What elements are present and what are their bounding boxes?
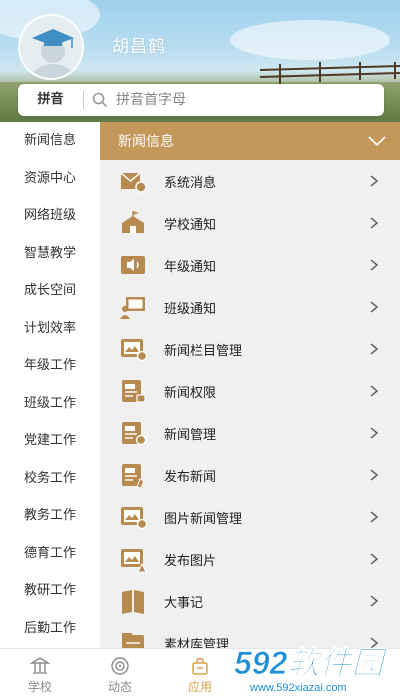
publish-news-icon <box>118 461 148 489</box>
system-message-icon <box>118 167 148 195</box>
grade-notice-icon <box>118 251 148 279</box>
chevron-right-icon <box>370 469 378 481</box>
sidebar-item-resources[interactable]: 资源中心 <box>0 160 100 198</box>
menu-item-label: 新闻管理 <box>164 427 217 443</box>
menu-item-label: 新闻栏目管理 <box>164 343 243 359</box>
menu-item-label: 班级通知 <box>164 301 217 317</box>
menu-item-label: 发布图片 <box>164 553 217 569</box>
sidebar-item-growth-space[interactable]: 成长空间 <box>0 272 100 310</box>
menu-item-chronicle[interactable]: 大事记 <box>100 580 400 622</box>
menu-item-publish-image[interactable]: 发布图片 <box>100 538 400 580</box>
menu-item-label: 系统消息 <box>164 175 217 191</box>
search-icon <box>92 92 108 108</box>
chevron-right-icon <box>370 427 378 439</box>
sidebar-item-academic-affairs[interactable]: 教务工作 <box>0 497 100 535</box>
sidebar-item-class-work[interactable]: 班级工作 <box>0 385 100 423</box>
menu-item-label: 年级通知 <box>164 259 217 275</box>
sidebar-item-online-class[interactable]: 网络班级 <box>0 197 100 235</box>
menu-item-image-news-management[interactable]: 图片新闻管理 <box>100 496 400 538</box>
chevron-right-icon <box>370 217 378 229</box>
search-mode-toggle[interactable]: 拼音 <box>18 91 84 109</box>
image-news-icon <box>118 503 148 531</box>
tab-school[interactable]: 学校 <box>0 649 80 700</box>
menu-item-label: 学校通知 <box>164 217 217 233</box>
news-permission-icon <box>118 377 148 405</box>
chevron-right-icon <box>370 343 378 355</box>
menu-item-label: 素材库管理 <box>164 637 230 649</box>
chevron-right-icon <box>370 385 378 397</box>
material-library-icon <box>118 629 148 648</box>
chevron-down-icon <box>368 136 386 146</box>
school-notice-icon <box>118 209 148 237</box>
tab-apps[interactable]: 应用 <box>160 649 240 700</box>
profile-header: 胡昌鹤 拼音 <box>0 0 400 122</box>
menu-item-news-management[interactable]: 新闻管理 <box>100 412 400 454</box>
chevron-right-icon <box>370 175 378 187</box>
search-bar: 拼音 <box>18 84 384 116</box>
menu-item-material-library[interactable]: 素材库管理 <box>100 622 400 648</box>
menu-item-label: 新闻权限 <box>164 385 217 401</box>
news-management-icon <box>118 419 148 447</box>
menu-item-system-message[interactable]: 系统消息 <box>100 160 400 202</box>
avatar[interactable] <box>18 14 84 80</box>
sidebar-item-party-work[interactable]: 党建工作 <box>0 422 100 460</box>
panel-title: 新闻信息 <box>118 134 174 150</box>
feed-icon <box>111 656 129 675</box>
class-notice-icon <box>118 293 148 321</box>
tab-feed[interactable]: 动态 <box>80 649 160 700</box>
menu-item-label: 图片新闻管理 <box>164 511 243 527</box>
sidebar-item-smart-teaching[interactable]: 智慧教学 <box>0 235 100 273</box>
sidebar-item-news[interactable]: 新闻信息 <box>0 122 100 160</box>
news-column-icon <box>118 335 148 363</box>
news-panel: 新闻信息 系统消息 学校通知 年级通知 班级通知 新闻栏目管理 新闻权限 新闻管… <box>100 122 400 648</box>
menu-item-label: 发布新闻 <box>164 469 217 485</box>
menu-item-class-notice[interactable]: 班级通知 <box>100 286 400 328</box>
chevron-right-icon <box>370 595 378 607</box>
fence-decoration <box>260 62 400 84</box>
header-cloud <box>230 20 390 60</box>
menu-item-news-column-management[interactable]: 新闻栏目管理 <box>100 328 400 370</box>
menu-item-school-notice[interactable]: 学校通知 <box>100 202 400 244</box>
chevron-right-icon <box>370 637 378 648</box>
username: 胡昌鹤 <box>112 37 166 57</box>
menu-item-grade-notice[interactable]: 年级通知 <box>100 244 400 286</box>
sidebar-item-school-affairs[interactable]: 校务工作 <box>0 460 100 498</box>
sidebar-item-teaching-research[interactable]: 教研工作 <box>0 572 100 610</box>
menu-item-news-permission[interactable]: 新闻权限 <box>100 370 400 412</box>
sidebar-item-grade-work[interactable]: 年级工作 <box>0 347 100 385</box>
apps-icon <box>192 657 208 675</box>
graduate-avatar-icon <box>20 16 82 78</box>
sidebar-item-logistics[interactable]: 后勤工作 <box>0 610 100 648</box>
school-icon <box>30 656 50 674</box>
tab-label: 动态 <box>107 679 132 694</box>
category-sidebar: 新闻信息 资源中心 网络班级 智慧教学 成长空间 计划效率 年级工作 班级工作 … <box>0 122 100 648</box>
chronicle-icon <box>118 587 148 615</box>
publish-image-icon <box>118 545 148 573</box>
sidebar-item-plan-efficiency[interactable]: 计划效率 <box>0 310 100 348</box>
sidebar-item-moral-education[interactable]: 德育工作 <box>0 535 100 573</box>
chevron-right-icon <box>370 301 378 313</box>
chevron-right-icon <box>370 511 378 523</box>
bottom-tab-bar: 学校 动态 应用 <box>0 648 400 700</box>
tab-label: 应用 <box>187 679 212 694</box>
panel-header[interactable]: 新闻信息 <box>100 122 400 160</box>
tab-label: 学校 <box>27 679 52 694</box>
chevron-right-icon <box>370 553 378 565</box>
menu-item-publish-news[interactable]: 发布新闻 <box>100 454 400 496</box>
menu-item-label: 大事记 <box>164 595 204 611</box>
search-input[interactable] <box>116 92 366 108</box>
chevron-right-icon <box>370 259 378 271</box>
